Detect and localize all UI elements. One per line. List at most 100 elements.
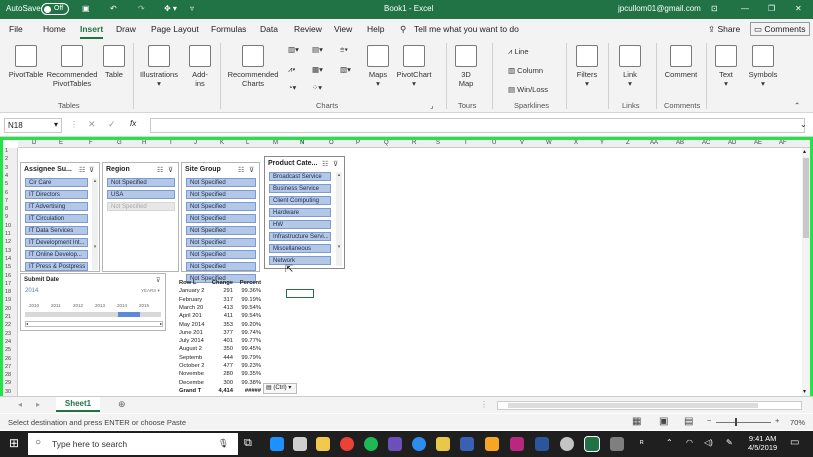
slicer-item[interactable]: IT Press & Postpress: [25, 262, 88, 271]
sparkline-line-button[interactable]: ⩘ Line: [508, 47, 529, 57]
comment-button[interactable]: Comment: [662, 45, 700, 79]
slicer-item[interactable]: Not Specified: [186, 190, 256, 199]
timeline-year-label[interactable]: 2014: [117, 303, 127, 308]
row-header[interactable]: 25: [5, 347, 11, 353]
split-handle[interactable]: ⋮: [480, 400, 488, 409]
cancel-icon[interactable]: ✕: [88, 119, 96, 130]
vertical-scroll-thumb[interactable]: [803, 158, 809, 238]
tab-data[interactable]: Data: [260, 24, 278, 34]
microphone-icon[interactable]: 🎙: [218, 438, 229, 449]
mail-icon[interactable]: [293, 437, 307, 451]
pivot-row[interactable]: June 201 377 99.74%: [179, 330, 263, 338]
combo-chart-icon[interactable]: ▧▾: [340, 65, 351, 74]
slicer-item[interactable]: IT Directors: [25, 190, 88, 199]
slicer-item[interactable]: Not Specified: [186, 250, 256, 259]
column-header[interactable]: X: [574, 140, 578, 146]
row-header[interactable]: 8: [5, 206, 8, 212]
account-name[interactable]: jpcullom01@gmail.com: [618, 4, 701, 13]
tray-chevron-icon[interactable]: ⌃: [666, 438, 673, 447]
close-icon[interactable]: ✕: [795, 4, 802, 13]
onenote-icon[interactable]: [510, 437, 524, 451]
pivot-header-cell[interactable]: Percent: [234, 280, 261, 286]
recommended-charts-button[interactable]: Recommended Charts: [226, 45, 280, 88]
slicer-item[interactable]: Not Specified: [186, 202, 256, 211]
table-button[interactable]: Table: [100, 45, 128, 79]
sparkline-winloss-button[interactable]: ▤ Win/Loss: [508, 85, 548, 94]
filters-button[interactable]: Filters ▾: [572, 45, 602, 88]
hierarchy-chart-icon[interactable]: ▤▾: [312, 45, 323, 54]
timeline-year-label[interactable]: 2011: [51, 303, 61, 308]
column-header[interactable]: V: [520, 140, 524, 146]
multi-select-icon[interactable]: ☷: [157, 166, 163, 174]
sparkline-column-button[interactable]: ▥ Column: [508, 66, 543, 75]
name-box[interactable]: N18 ▾: [4, 118, 62, 133]
pivot-row[interactable]: May 2014 353 99.20%: [179, 322, 263, 330]
tab-draw[interactable]: Draw: [116, 24, 136, 34]
column-header[interactable]: AB: [676, 140, 684, 146]
column-header[interactable]: D: [32, 140, 36, 146]
column-header[interactable]: W: [546, 140, 552, 146]
slicer-item[interactable]: Not Specified: [186, 238, 256, 247]
zoom-in-icon[interactable]: +: [775, 416, 779, 425]
row-header[interactable]: 7: [5, 198, 8, 204]
3d-map-button[interactable]: 3D Map: [452, 45, 480, 88]
zoom-slider-thumb[interactable]: [735, 418, 737, 426]
app-icon-4[interactable]: [460, 437, 474, 451]
slicer-item[interactable]: Network: [269, 256, 331, 265]
pivot-row[interactable]: August 2 350 99.45%: [179, 346, 263, 354]
row-header[interactable]: 12: [5, 239, 11, 245]
zoom-out-icon[interactable]: −: [707, 416, 711, 425]
column-header[interactable]: I: [170, 140, 172, 146]
clear-filter-icon[interactable]: ⊽: [249, 166, 254, 174]
clear-filter-icon[interactable]: ⊽: [156, 277, 160, 284]
charts-launcher-icon[interactable]: ⌟: [430, 101, 434, 110]
row-header[interactable]: 9: [5, 214, 8, 220]
chrome-icon[interactable]: [340, 437, 354, 451]
row-header[interactable]: 17: [5, 281, 11, 287]
column-header[interactable]: AF: [779, 140, 787, 146]
clear-filter-icon[interactable]: ⊽: [89, 166, 94, 174]
scroll-down-icon[interactable]: ▾: [803, 388, 806, 395]
slicer-region[interactable]: Region ☷ ⊽ Not Specified USA Not Specified: [102, 162, 179, 272]
recommended-pivottables-button[interactable]: Recommended PivotTables: [46, 45, 98, 88]
slicer-item[interactable]: Not Specified: [186, 214, 256, 223]
slicer-item[interactable]: IT Circulation: [25, 214, 88, 223]
app-icon-5[interactable]: [485, 437, 499, 451]
scatter-chart-icon[interactable]: ⁘▾: [312, 83, 322, 92]
row-header[interactable]: 30: [5, 389, 11, 395]
slicer-scrollbar[interactable]: ▴ ▾: [336, 172, 342, 266]
timeline-year-label[interactable]: 2010: [29, 303, 39, 308]
paste-options-button[interactable]: ▤ (Ctrl) ▾: [263, 383, 297, 394]
row-header[interactable]: 16: [5, 273, 11, 279]
column-header[interactable]: S: [436, 140, 440, 146]
undo-icon[interactable]: ↶: [110, 4, 117, 13]
timeline-year-label[interactable]: 2013: [95, 303, 105, 308]
prev-sheet-icon[interactable]: ◂: [18, 400, 22, 409]
pivot-row[interactable]: April 201 411 99.54%: [179, 313, 263, 321]
slicer-item[interactable]: IT Online Develop...: [25, 250, 88, 259]
row-header[interactable]: 23: [5, 331, 11, 337]
waterfall-chart-icon[interactable]: ⩧▾: [340, 45, 348, 55]
multi-select-icon[interactable]: ☷: [79, 166, 85, 174]
tab-sheet1[interactable]: Sheet1: [56, 397, 100, 412]
row-header[interactable]: 20: [5, 306, 11, 312]
column-header[interactable]: N: [300, 140, 304, 146]
column-header[interactable]: J: [194, 140, 197, 146]
row-header[interactable]: 26: [5, 356, 11, 362]
column-header[interactable]: E: [59, 140, 63, 146]
clear-filter-icon[interactable]: ⊽: [168, 166, 173, 174]
spotify-icon[interactable]: [364, 437, 378, 451]
tab-review[interactable]: Review: [294, 24, 322, 34]
slicer-item[interactable]: HW: [269, 220, 331, 229]
autosave-toggle[interactable]: Off: [41, 3, 69, 15]
slicer-item[interactable]: Infrastructure Servi...: [269, 232, 331, 241]
row-header[interactable]: 11: [5, 231, 11, 237]
next-sheet-icon[interactable]: ▸: [36, 400, 40, 409]
horizontal-scrollbar[interactable]: [497, 401, 802, 410]
ribbon-display-icon[interactable]: ⊡: [711, 4, 718, 13]
column-header[interactable]: K: [220, 140, 224, 146]
pivot-header-cell[interactable]: Row L: [179, 280, 207, 286]
task-view-icon[interactable]: ⧉: [244, 437, 252, 450]
share-button[interactable]: ⇪ Share: [708, 24, 740, 35]
tab-formulas[interactable]: Formulas: [211, 24, 246, 34]
